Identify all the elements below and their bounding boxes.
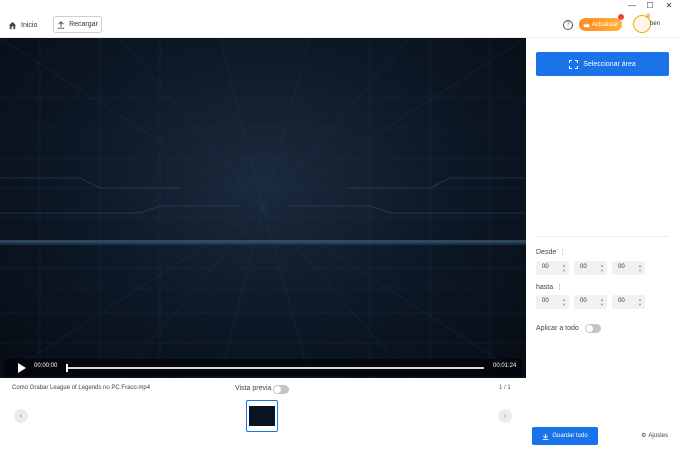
to-hours-input[interactable]: 00 ▲ ▼ bbox=[536, 295, 569, 309]
from-seconds-value: 00 bbox=[618, 264, 625, 270]
divider bbox=[536, 236, 669, 237]
top-toolbar: Inicio Recargar ? Actualizar ♛ ben bbox=[0, 11, 680, 38]
reload-label: Recargar bbox=[69, 21, 98, 28]
prev-clip-button[interactable]: ‹ bbox=[14, 409, 28, 423]
from-minutes-value: 00 bbox=[580, 264, 587, 270]
file-name: Como Grabar League of Legends no PC Frac… bbox=[12, 385, 151, 391]
video-preview[interactable]: 00:00:00 00:01:24 bbox=[0, 38, 526, 378]
from-minutes-input[interactable]: 00 ▲ ▼ bbox=[574, 261, 607, 275]
stepper-icon[interactable]: ▲ ▼ bbox=[600, 297, 604, 307]
notification-dot bbox=[618, 14, 624, 20]
title-bar: — ☐ ✕ bbox=[0, 0, 680, 11]
next-clip-button[interactable]: › bbox=[498, 409, 512, 423]
help-button[interactable]: ? bbox=[563, 20, 573, 30]
stepper-icon[interactable]: ▲ ▼ bbox=[562, 297, 566, 307]
home-button[interactable]: Inicio bbox=[8, 18, 37, 32]
help-icon: ? bbox=[566, 22, 570, 28]
play-button[interactable] bbox=[18, 363, 26, 373]
stepper-icon[interactable]: ▲ ▼ bbox=[600, 263, 604, 273]
to-minutes-input[interactable]: 00 ▲ ▼ bbox=[574, 295, 607, 309]
to-seconds-value: 00 bbox=[618, 298, 625, 304]
from-label: Desde ⋮ bbox=[536, 248, 566, 256]
crown-icon bbox=[583, 22, 590, 27]
user-name: ben bbox=[650, 21, 661, 27]
seek-bar[interactable] bbox=[66, 367, 484, 369]
current-time: 00:00:00 bbox=[34, 363, 58, 369]
save-all-button[interactable]: Guardar todo bbox=[532, 427, 598, 445]
close-button[interactable]: ✕ bbox=[661, 0, 677, 11]
to-label: hasta ⋮ bbox=[536, 283, 563, 291]
settings-label: Ajustes bbox=[648, 432, 669, 439]
to-hours-value: 00 bbox=[542, 298, 549, 304]
player-controls: 00:00:00 00:01:24 bbox=[4, 359, 522, 376]
from-hours-value: 00 bbox=[542, 264, 549, 270]
stepper-icon[interactable]: ▲ ▼ bbox=[562, 263, 566, 273]
page-info: 1 / 1 bbox=[499, 385, 511, 391]
reload-button[interactable]: Recargar bbox=[53, 16, 102, 33]
home-label: Inicio bbox=[21, 21, 38, 29]
vip-crown-icon: ♛ bbox=[645, 13, 652, 20]
stepper-icon[interactable]: ▲ ▼ bbox=[638, 297, 642, 307]
info-icon: ⋮ bbox=[556, 284, 564, 291]
minimize-button[interactable]: — bbox=[624, 0, 640, 11]
chevron-right-icon: › bbox=[503, 411, 507, 420]
select-area-label: Seleccionar área bbox=[583, 60, 636, 68]
video-frame-graphic bbox=[0, 38, 526, 378]
upgrade-button[interactable]: Actualizar bbox=[579, 18, 622, 31]
right-panel: Seleccionar área Desde ⋮ 00 ▲ ▼ 00 ▲ ▼ 00 ▲ ▼ h… bbox=[526, 38, 680, 450]
preview-label: Vista previa bbox=[235, 385, 272, 392]
home-icon bbox=[8, 21, 17, 29]
maximize-icon: ☐ bbox=[646, 1, 654, 10]
from-hours-input[interactable]: 00 ▲ ▼ bbox=[536, 261, 569, 275]
seek-handle[interactable] bbox=[66, 364, 68, 372]
info-icon: ⋮ bbox=[559, 249, 567, 256]
thumbnail-image bbox=[249, 406, 275, 426]
clip-thumbnail[interactable] bbox=[246, 400, 278, 432]
select-area-button[interactable]: Seleccionar área bbox=[536, 52, 669, 76]
from-label-text: Desde bbox=[536, 249, 557, 256]
minimize-icon: — bbox=[628, 1, 636, 10]
upgrade-label: Actualizar bbox=[591, 21, 619, 28]
to-seconds-input[interactable]: 00 ▲ ▼ bbox=[612, 295, 645, 309]
from-seconds-input[interactable]: 00 ▲ ▼ bbox=[612, 261, 645, 275]
apply-all-label: Aplicar a todo bbox=[536, 325, 579, 332]
preview-toggle[interactable] bbox=[273, 385, 289, 394]
save-all-label: Guardar todo bbox=[552, 433, 588, 439]
upload-icon bbox=[57, 20, 65, 29]
settings-button[interactable]: ⚙ Ajustes bbox=[641, 432, 669, 440]
maximize-button[interactable]: ☐ bbox=[642, 0, 658, 11]
to-minutes-value: 00 bbox=[580, 298, 587, 304]
close-icon: ✕ bbox=[665, 1, 673, 10]
apply-all-toggle[interactable] bbox=[585, 324, 601, 333]
total-time: 00:01:24 bbox=[493, 363, 517, 369]
chevron-left-icon: ‹ bbox=[19, 411, 23, 420]
download-icon bbox=[543, 433, 549, 440]
gear-icon: ⚙ bbox=[641, 433, 647, 439]
to-label-text: hasta bbox=[536, 284, 554, 291]
selection-icon bbox=[569, 59, 579, 69]
stepper-icon[interactable]: ▲ ▼ bbox=[638, 263, 642, 273]
